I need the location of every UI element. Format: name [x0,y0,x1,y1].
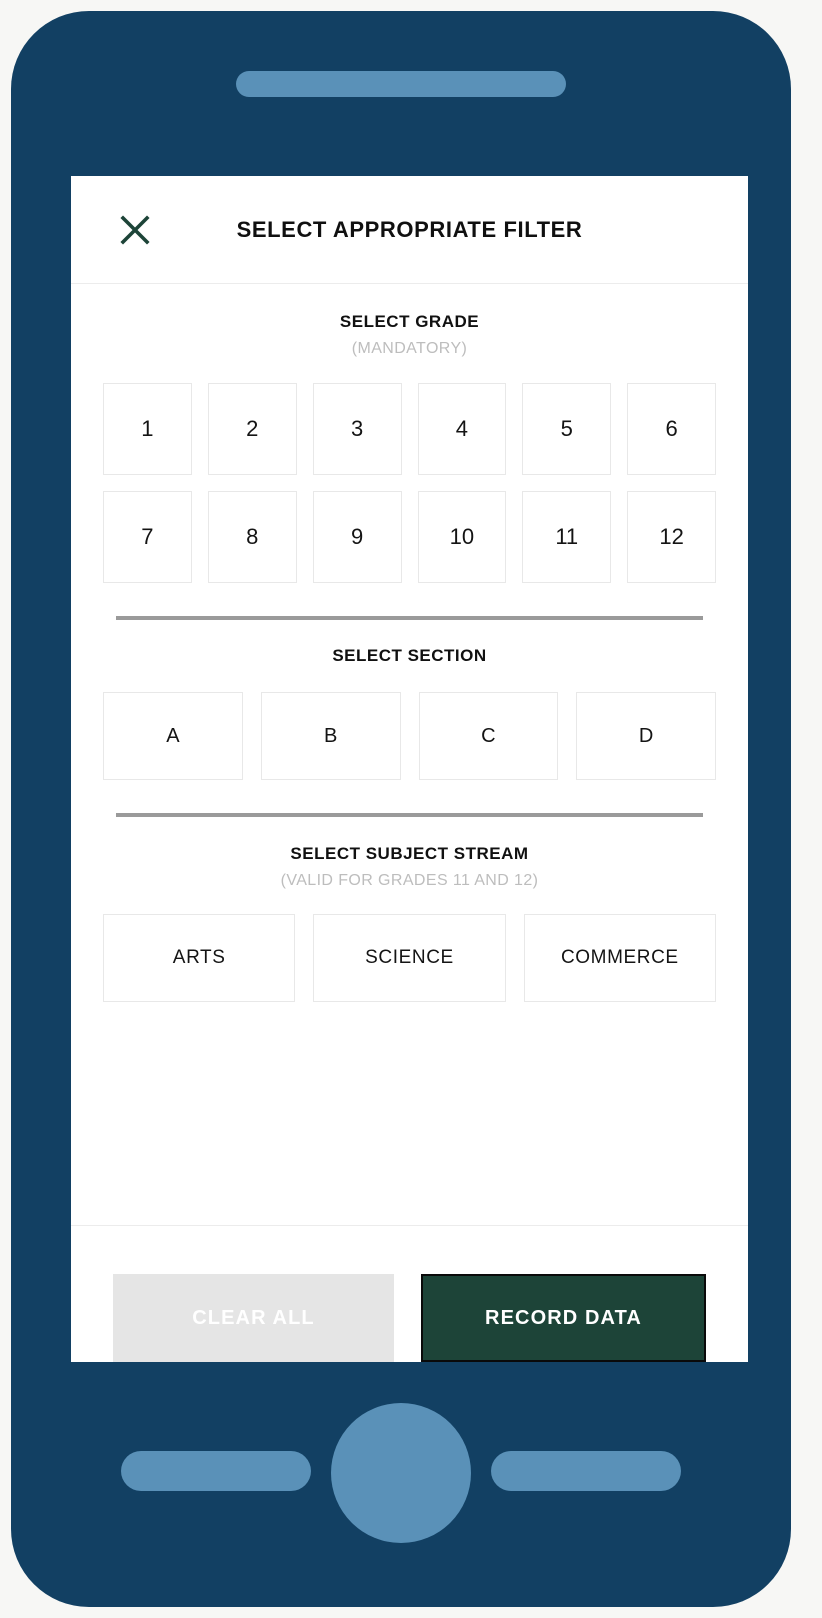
stream-grid: ARTS SCIENCE COMMERCE [103,914,716,1002]
grade-option[interactable]: 7 [103,491,192,583]
grade-section: SELECT GRADE (MANDATORY) 1 2 3 4 5 6 7 8… [71,284,748,583]
section-option[interactable]: A [103,692,243,780]
stream-option[interactable]: COMMERCE [523,914,716,1002]
section-section: SELECT SECTION A B C D [71,620,748,780]
phone-speaker-grille [236,71,566,97]
page-title: SELECT APPROPRIATE FILTER [236,216,583,242]
grade-option[interactable]: 2 [207,383,297,475]
stream-heading: SELECT SUBJECT STREAM [290,844,529,863]
dialog-footer: CLEAR ALL RECORD DATA [71,1225,748,1362]
dialog-header: SELECT APPROPRIATE FILTER [71,176,748,284]
section-option[interactable]: C [418,692,559,780]
grade-option[interactable]: 5 [522,383,612,475]
stream-section: SELECT SUBJECT STREAM (VALID FOR GRADES … [71,817,748,1002]
section-heading: SELECT SECTION [332,646,487,665]
grade-option[interactable]: 10 [417,491,507,583]
grade-grid: 1 2 3 4 5 6 7 8 9 10 11 12 [103,383,716,583]
grade-option[interactable]: 3 [312,383,402,475]
clear-all-button[interactable]: CLEAR ALL [113,1274,394,1362]
section-option[interactable]: D [576,692,716,780]
app-screen: SELECT APPROPRIATE FILTER SELECT GRADE (… [71,176,748,1362]
grade-option[interactable]: 6 [627,383,716,475]
record-data-button[interactable]: RECORD DATA [421,1274,706,1362]
grade-option[interactable]: 11 [522,491,612,583]
close-icon[interactable] [118,213,152,247]
grade-heading: SELECT GRADE [339,312,480,331]
stream-option[interactable]: SCIENCE [313,914,506,1002]
grade-option[interactable]: 12 [627,491,716,583]
grade-option[interactable]: 4 [417,383,507,475]
phone-bottom-bar-left [121,1451,311,1491]
dialog-body: SELECT GRADE (MANDATORY) 1 2 3 4 5 6 7 8… [71,284,748,1225]
grade-option[interactable]: 8 [207,491,297,583]
section-option[interactable]: B [260,692,401,780]
grade-option[interactable]: 1 [103,383,192,475]
stream-option[interactable]: ARTS [103,914,296,1002]
phone-home-button[interactable] [331,1403,471,1543]
grade-option[interactable]: 9 [312,491,402,583]
phone-frame: SELECT APPROPRIATE FILTER SELECT GRADE (… [11,11,791,1607]
phone-bottom-bar-right [491,1451,681,1491]
section-grid: A B C D [103,692,716,780]
grade-subheading: (MANDATORY) [351,340,468,357]
stream-subheading: (VALID FOR GRADES 11 AND 12) [280,872,539,889]
